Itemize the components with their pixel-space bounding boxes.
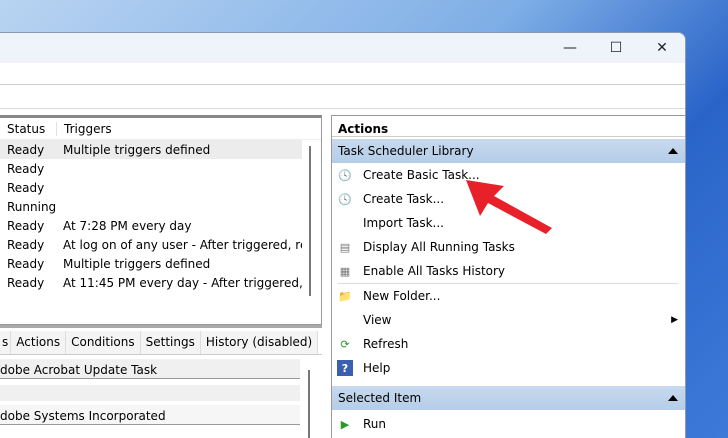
status-cell: Ready xyxy=(7,237,45,252)
table-row[interactable]: Running xyxy=(0,197,321,216)
task-scheduler-window: — ☐ ✕ Status Triggers Ready Multiple trig… xyxy=(0,32,686,438)
running-tasks-icon: ▤ xyxy=(339,240,351,254)
status-cell: Running xyxy=(7,199,57,214)
clock-wizard-icon: 🕓 xyxy=(338,168,352,182)
help-icon: ? xyxy=(337,360,353,376)
action-item[interactable]: ? Help xyxy=(332,356,685,380)
collapse-icon[interactable] xyxy=(668,395,678,401)
submenu-arrow-icon: ▶ xyxy=(671,315,678,325)
menu-bar xyxy=(0,63,685,85)
table-row[interactable]: Ready At log on of any user - After trigg… xyxy=(0,235,321,254)
status-cell: Ready xyxy=(7,161,45,176)
table-row[interactable]: Ready xyxy=(0,159,321,178)
status-cell: Ready xyxy=(7,218,45,233)
clock-new-icon: 🕓 xyxy=(338,192,352,206)
triggers-cell: Multiple triggers defined xyxy=(63,256,211,271)
history-icon: ▦ xyxy=(339,264,351,278)
close-button[interactable]: ✕ xyxy=(639,33,685,63)
red-arrow-annotation xyxy=(466,180,552,234)
tab-settings[interactable]: Settings xyxy=(140,331,201,354)
title-bar: — ☐ ✕ xyxy=(0,33,685,63)
action-label: Import Task... xyxy=(363,216,444,230)
folder-icon: 📁 xyxy=(338,289,352,303)
table-header: Status Triggers xyxy=(0,118,321,140)
action-label: Enable All Tasks History xyxy=(363,264,506,278)
table-row[interactable]: Ready Multiple triggers defined xyxy=(0,254,321,273)
tab-history[interactable]: History (disabled) xyxy=(200,331,319,354)
action-label: View xyxy=(363,313,392,327)
table-row[interactable]: Ready At 11:45 PM every day - After trigg… xyxy=(0,273,321,292)
tab-conditions[interactable]: Conditions xyxy=(66,331,141,354)
task-name-field[interactable]: dobe Acrobat Update Task xyxy=(0,359,300,379)
author-field[interactable]: dobe Systems Incorporated xyxy=(0,405,300,425)
action-label: New Folder... xyxy=(363,289,441,303)
actions-pane: Actions Task Scheduler Library 🕓 Create B… xyxy=(331,115,685,438)
action-item[interactable]: 📁 New Folder... xyxy=(332,284,685,308)
action-item[interactable]: ▦ Enable All Tasks History xyxy=(332,259,685,283)
maximize-button[interactable]: ☐ xyxy=(593,33,639,63)
action-label: Refresh xyxy=(363,337,409,351)
actions-header: Actions xyxy=(332,115,685,137)
action-label: Run xyxy=(363,417,387,431)
group-selected-item[interactable]: Selected Item xyxy=(332,386,685,410)
action-item[interactable]: View ▶ xyxy=(332,308,685,332)
status-cell: Ready xyxy=(7,142,45,157)
group-task-scheduler-library[interactable]: Task Scheduler Library xyxy=(332,139,685,163)
triggers-cell: Multiple triggers defined xyxy=(63,142,211,157)
group-label: Task Scheduler Library xyxy=(338,144,474,158)
minimize-button[interactable]: — xyxy=(547,33,593,63)
blank-icon xyxy=(337,312,353,328)
status-cell: Ready xyxy=(7,275,45,290)
action-label: Help xyxy=(363,361,391,375)
triggers-cell: At log on of any user - After triggered,… xyxy=(63,237,302,252)
toolbar xyxy=(0,85,685,109)
details-tabs: s Actions Conditions Settings History (d… xyxy=(0,331,322,355)
collapse-icon[interactable] xyxy=(668,148,678,154)
action-run[interactable]: ▶ Run xyxy=(332,412,685,436)
table-row[interactable]: Ready xyxy=(0,178,321,197)
table-row[interactable]: Ready Multiple triggers defined xyxy=(0,140,302,159)
task-details: s Actions Conditions Settings History (d… xyxy=(0,325,322,438)
refresh-icon: ⟳ xyxy=(340,337,350,351)
column-status[interactable]: Status xyxy=(0,122,56,136)
details-scrollbar[interactable] xyxy=(308,370,310,438)
action-label: Display All Running Tasks xyxy=(363,240,515,254)
table-row[interactable]: Ready At 7:28 PM every day xyxy=(0,216,321,235)
tab-triggers[interactable]: s xyxy=(0,331,12,354)
triggers-cell: At 11:45 PM every day - After triggered,… xyxy=(63,275,302,290)
location-field[interactable] xyxy=(0,385,300,401)
blank-icon xyxy=(337,215,353,231)
action-item[interactable]: ⟳ Refresh xyxy=(332,332,685,356)
action-label: Create Basic Task... xyxy=(363,168,480,182)
task-list: Status Triggers Ready Multiple triggers d… xyxy=(0,115,322,325)
column-triggers[interactable]: Triggers xyxy=(56,121,302,136)
tab-actions[interactable]: Actions xyxy=(11,331,67,354)
vertical-scrollbar[interactable] xyxy=(309,146,311,296)
run-icon: ▶ xyxy=(340,417,350,431)
action-label: Create Task... xyxy=(363,192,445,206)
status-cell: Ready xyxy=(7,180,45,195)
status-cell: Ready xyxy=(7,256,45,271)
group-label: Selected Item xyxy=(338,391,422,405)
action-item[interactable]: ▤ Display All Running Tasks xyxy=(332,235,685,259)
triggers-cell: At 7:28 PM every day xyxy=(63,218,192,233)
